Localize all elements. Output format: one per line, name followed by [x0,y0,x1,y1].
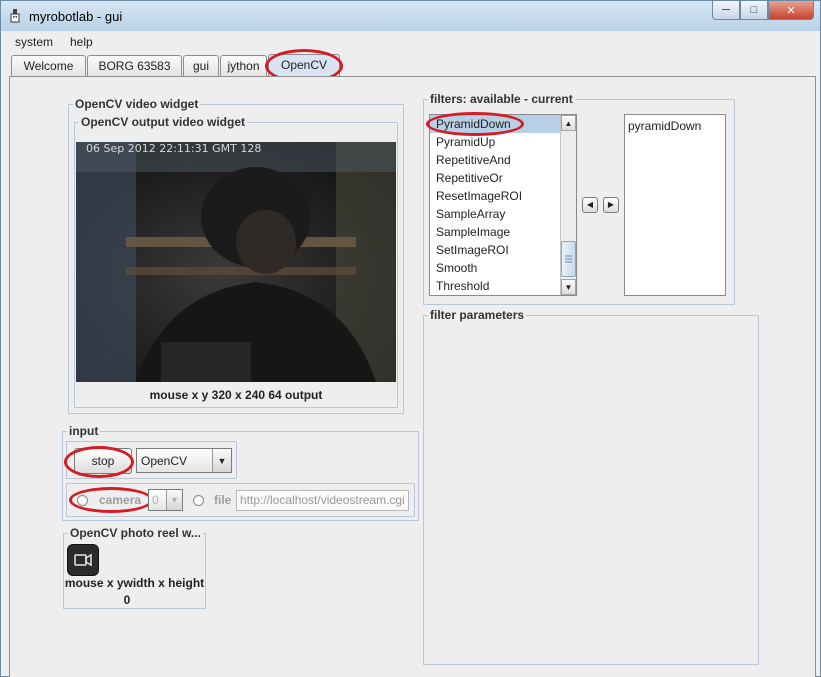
tab-welcome[interactable]: Welcome [11,55,86,76]
move-left-button[interactable]: ◀ [582,197,598,213]
app-window: myrobotlab - gui ─ □ ✕ system help Welco… [0,0,821,677]
video-camera-icon [74,553,92,567]
list-item[interactable]: SampleImage [430,223,576,241]
chevron-down-icon: ▼ [564,282,573,292]
camera-snapshot-button[interactable] [67,544,99,576]
chevron-down-icon: ▼ [212,449,231,472]
file-radio[interactable] [193,495,204,506]
camera-frame-image [76,142,396,382]
app-icon [10,9,20,23]
input-title: input [67,424,101,438]
video-timestamp: 06 Sep 2012 22:11:31 GMT 128 [86,142,262,155]
move-right-button[interactable]: ▶ [603,197,619,213]
list-item[interactable]: RepetitiveOr [430,169,576,187]
title-bar: myrobotlab - gui ─ □ ✕ [1,1,820,31]
camera-index-select[interactable]: 0 ▼ [148,489,183,511]
window-title: myrobotlab - gui [29,9,123,24]
scroll-thumb[interactable] [561,241,576,277]
arrow-left-icon: ◀ [586,200,594,209]
list-item[interactable]: SampleArray [430,205,576,223]
scroll-down-button[interactable]: ▼ [561,279,576,295]
available-filters-scrollbar[interactable]: ▲ ▼ [560,115,576,295]
camera-label: camera [99,493,142,507]
photo-reel-title: OpenCV photo reel w... [68,526,203,540]
tab-borg[interactable]: BORG 63583 [87,55,182,76]
stop-button[interactable]: stop [74,448,132,474]
list-item[interactable]: PyramidUp [430,133,576,151]
tab-jython[interactable]: jython [220,55,267,76]
list-item[interactable]: RepetitiveAnd [430,151,576,169]
maximize-icon: □ [750,4,758,16]
minimize-button[interactable]: ─ [712,1,740,20]
list-item[interactable]: ResetImageROI [430,187,576,205]
scroll-up-button[interactable]: ▲ [561,115,576,131]
list-item[interactable]: pyramidDown [625,117,725,135]
menu-bar: system help [2,32,820,52]
photo-reel-status: mouse x ywidth x height [64,576,205,590]
menu-help[interactable]: help [70,35,93,49]
source-select-value: OpenCV [141,454,188,468]
camera-radio[interactable] [77,495,88,506]
video-status: mouse x y 320 x 240 64 output [149,388,323,402]
grip-icon [565,255,572,263]
minimize-icon: ─ [722,4,730,16]
filter-parameters-group: filter parameters [423,308,759,665]
close-button[interactable]: ✕ [768,1,814,20]
file-url-field[interactable]: http://localhost/videostream.cgi [236,490,409,511]
available-filters-list[interactable]: PyramidDown PyramidUp RepetitiveAnd Repe… [429,114,577,296]
tab-opencv[interactable]: OpenCV [268,54,340,77]
photo-reel-count: 0 [123,593,131,607]
video-widget-title: OpenCV video widget [73,97,201,111]
list-item[interactable]: PyramidDown [430,115,576,133]
menu-system[interactable]: system [15,35,53,49]
close-icon: ✕ [786,4,796,17]
output-video-title: OpenCV output video widget [79,115,247,129]
file-label: file [214,493,232,507]
window-controls: ─ □ ✕ [712,1,814,21]
tab-gui[interactable]: gui [183,55,219,76]
list-item[interactable]: SetImageROI [430,241,576,259]
filter-parameters-title: filter parameters [428,308,527,322]
filters-title: filters: available - current [428,92,575,106]
arrow-right-icon: ▶ [607,200,615,209]
video-display[interactable]: 06 Sep 2012 22:11:31 GMT 128 [76,142,396,382]
list-item[interactable]: Threshold [430,277,576,295]
maximize-button[interactable]: □ [740,1,768,20]
current-filters-list[interactable]: pyramidDown [624,114,726,296]
chevron-up-icon: ▲ [564,118,573,128]
source-select[interactable]: OpenCV ▼ [136,448,232,473]
list-item[interactable]: Smooth [430,259,576,277]
chevron-down-icon: ▼ [166,490,182,510]
camera-index-value: 0 [152,493,159,507]
